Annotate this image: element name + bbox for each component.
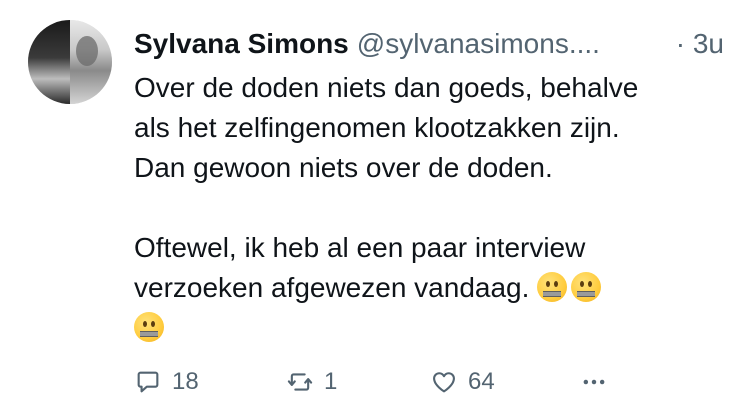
tweet-line: Dan gewoon niets over de doden. <box>134 152 553 183</box>
like-count: 64 <box>468 368 495 395</box>
reply-count: 18 <box>172 368 199 395</box>
avatar-face <box>76 36 98 66</box>
tweet-line: Over de doden niets dan goeds, behalve <box>134 72 639 103</box>
retweet-count: 1 <box>324 368 338 395</box>
reply-icon <box>137 371 159 393</box>
zipper-mouth-face-emoji-icon <box>571 272 602 302</box>
tweet-line: als het zelfingenomen klootzakken zijn. <box>134 112 620 143</box>
like-button[interactable]: 64 <box>430 362 495 402</box>
zipper-mouth-face-emoji-icon <box>537 272 568 302</box>
retweet-button[interactable]: 1 <box>286 362 337 402</box>
retweet-icon <box>287 373 313 391</box>
heart-icon <box>433 372 455 393</box>
tweet-text: Over de doden niets dan goeds, behalve a… <box>134 68 724 348</box>
tweet-line: Oftewel, ik heb al een paar interview <box>134 232 586 263</box>
avatar-photo-left <box>28 20 70 104</box>
avatar[interactable] <box>28 20 112 104</box>
tweet-actions: 18 1 64 <box>134 362 724 402</box>
tweet-timestamp[interactable]: · 3u <box>676 24 724 64</box>
tweet-line-text: verzoeken afgewezen vandaag. <box>134 272 530 303</box>
tweet-header: Sylvana Simons @sylvanasimons.... · 3u <box>134 24 724 64</box>
tweet[interactable]: Sylvana Simons @sylvanasimons.... · 3u Ov… <box>0 0 740 418</box>
author-handle[interactable]: @sylvanasimons.... <box>357 28 600 59</box>
author-name[interactable]: Sylvana Simons <box>134 28 349 59</box>
tweet-line: verzoeken afgewezen vandaag. <box>134 268 724 308</box>
more-options-button[interactable] <box>580 362 618 402</box>
zipper-mouth-face-emoji-icon <box>134 312 164 342</box>
more-icon <box>583 379 605 385</box>
tweet-line <box>134 308 724 348</box>
reply-button[interactable]: 18 <box>134 362 199 402</box>
